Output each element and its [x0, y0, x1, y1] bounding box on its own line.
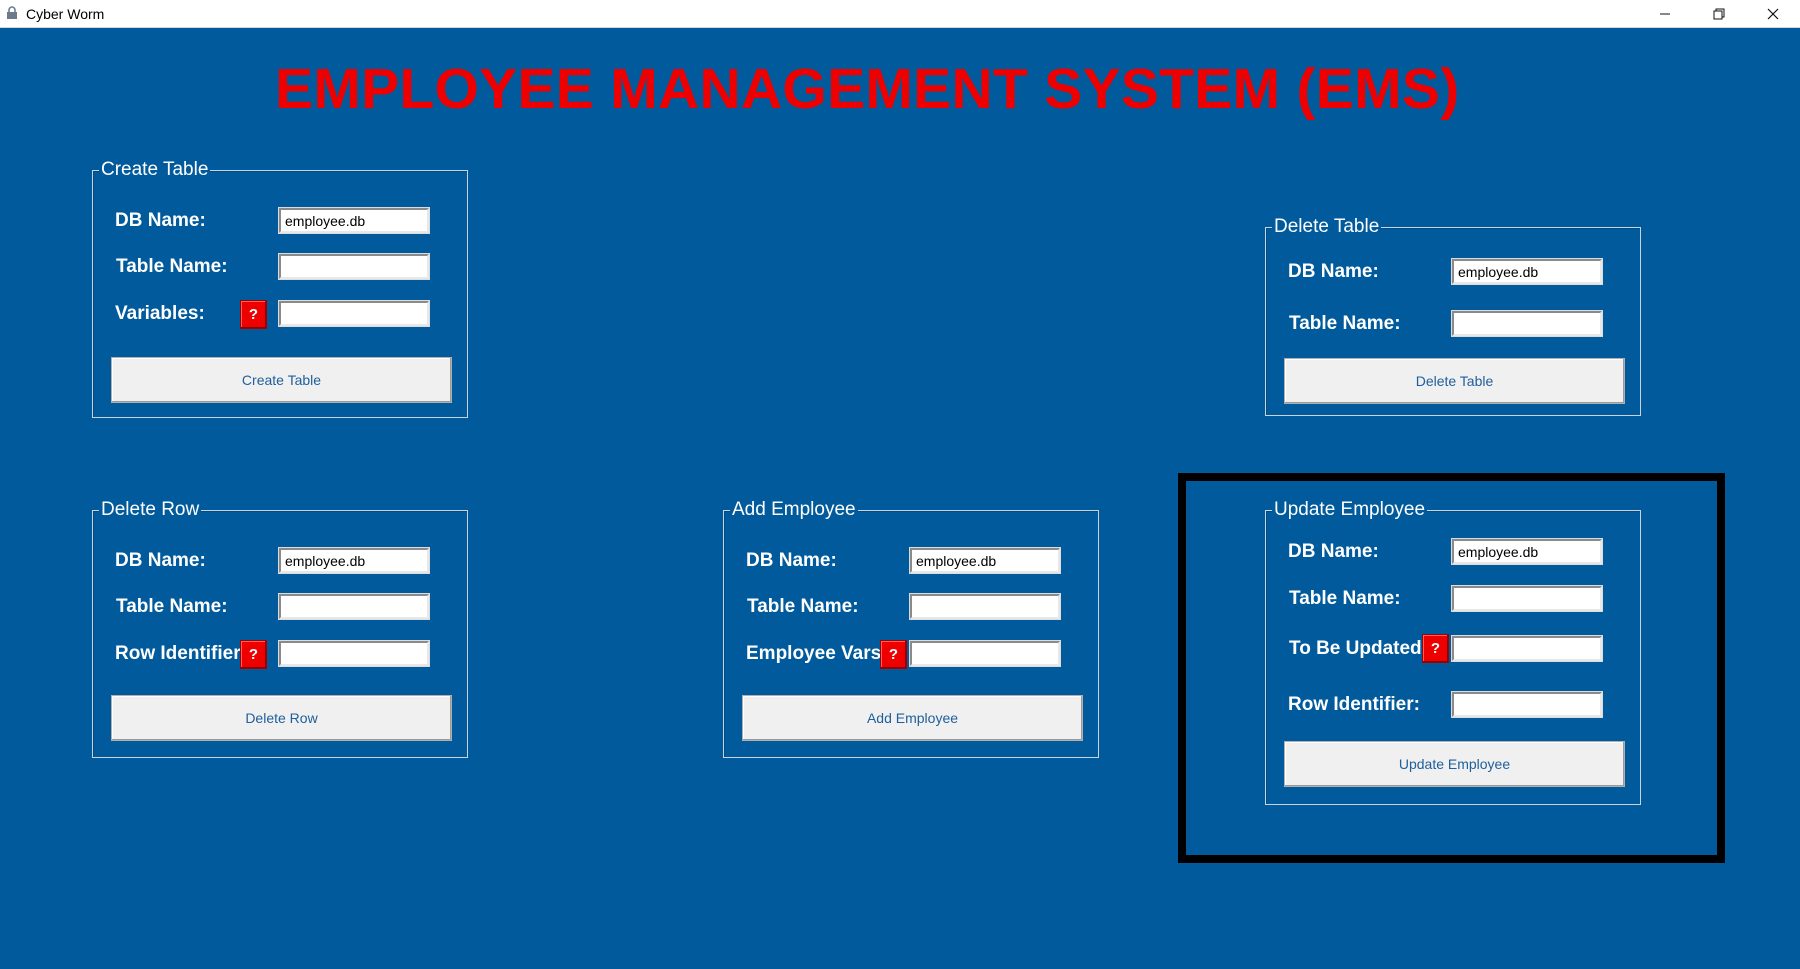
delete-row-identifier-input[interactable]	[278, 640, 430, 667]
create-table-vars-input[interactable]	[278, 300, 430, 327]
close-icon	[1767, 8, 1779, 20]
delete-row-title: Delete Row	[99, 499, 202, 521]
create-table-name-label: Table Name:	[116, 256, 228, 277]
create-table-db-input[interactable]	[278, 207, 430, 234]
delete-table-db-label: DB Name:	[1288, 261, 1379, 282]
update-employee-highlight-box	[1178, 473, 1725, 863]
delete-row-db-input[interactable]	[278, 547, 430, 574]
add-employee-table-input[interactable]	[909, 593, 1061, 620]
delete-table-title: Delete Table	[1272, 216, 1382, 238]
add-employee-db-input[interactable]	[909, 547, 1061, 574]
create-table-title: Create Table	[99, 159, 211, 181]
delete-table-name-input[interactable]	[1451, 310, 1603, 337]
add-employee-vars-help-button[interactable]: ?	[880, 640, 907, 669]
delete-row-table-label: Table Name:	[116, 596, 228, 617]
create-table-vars-label: Variables:	[115, 303, 205, 324]
window-title: Cyber Worm	[26, 6, 105, 22]
minimize-button[interactable]	[1638, 0, 1692, 27]
delete-table-name-label: Table Name:	[1289, 313, 1401, 334]
add-employee-button[interactable]: Add Employee	[742, 695, 1083, 741]
restore-icon	[1713, 8, 1725, 20]
create-table-vars-help-button[interactable]: ?	[240, 300, 267, 329]
add-employee-vars-label: Employee Vars:	[746, 643, 888, 664]
delete-table-db-input[interactable]	[1451, 258, 1603, 285]
create-table-db-label: DB Name:	[115, 210, 206, 231]
delete-table-button[interactable]: Delete Table	[1284, 358, 1625, 404]
delete-row-button[interactable]: Delete Row	[111, 695, 452, 741]
minimize-icon	[1659, 8, 1671, 20]
add-employee-table-label: Table Name:	[747, 596, 859, 617]
restore-button[interactable]	[1692, 0, 1746, 27]
app-lock-icon	[6, 6, 18, 20]
add-employee-vars-input[interactable]	[909, 640, 1061, 667]
create-table-button[interactable]: Create Table	[111, 357, 452, 403]
add-employee-title: Add Employee	[730, 499, 858, 521]
close-button[interactable]	[1746, 0, 1800, 27]
delete-row-identifier-label: Row Identifier:	[115, 643, 247, 664]
window-titlebar: Cyber Worm	[0, 0, 1800, 28]
delete-row-identifier-help-button[interactable]: ?	[240, 640, 267, 669]
page-title: EMPLOYEE MANAGEMENT SYSTEM (EMS)	[275, 57, 1460, 121]
delete-row-db-label: DB Name:	[115, 550, 206, 571]
create-table-name-input[interactable]	[278, 253, 430, 280]
delete-row-table-input[interactable]	[278, 593, 430, 620]
add-employee-db-label: DB Name:	[746, 550, 837, 571]
